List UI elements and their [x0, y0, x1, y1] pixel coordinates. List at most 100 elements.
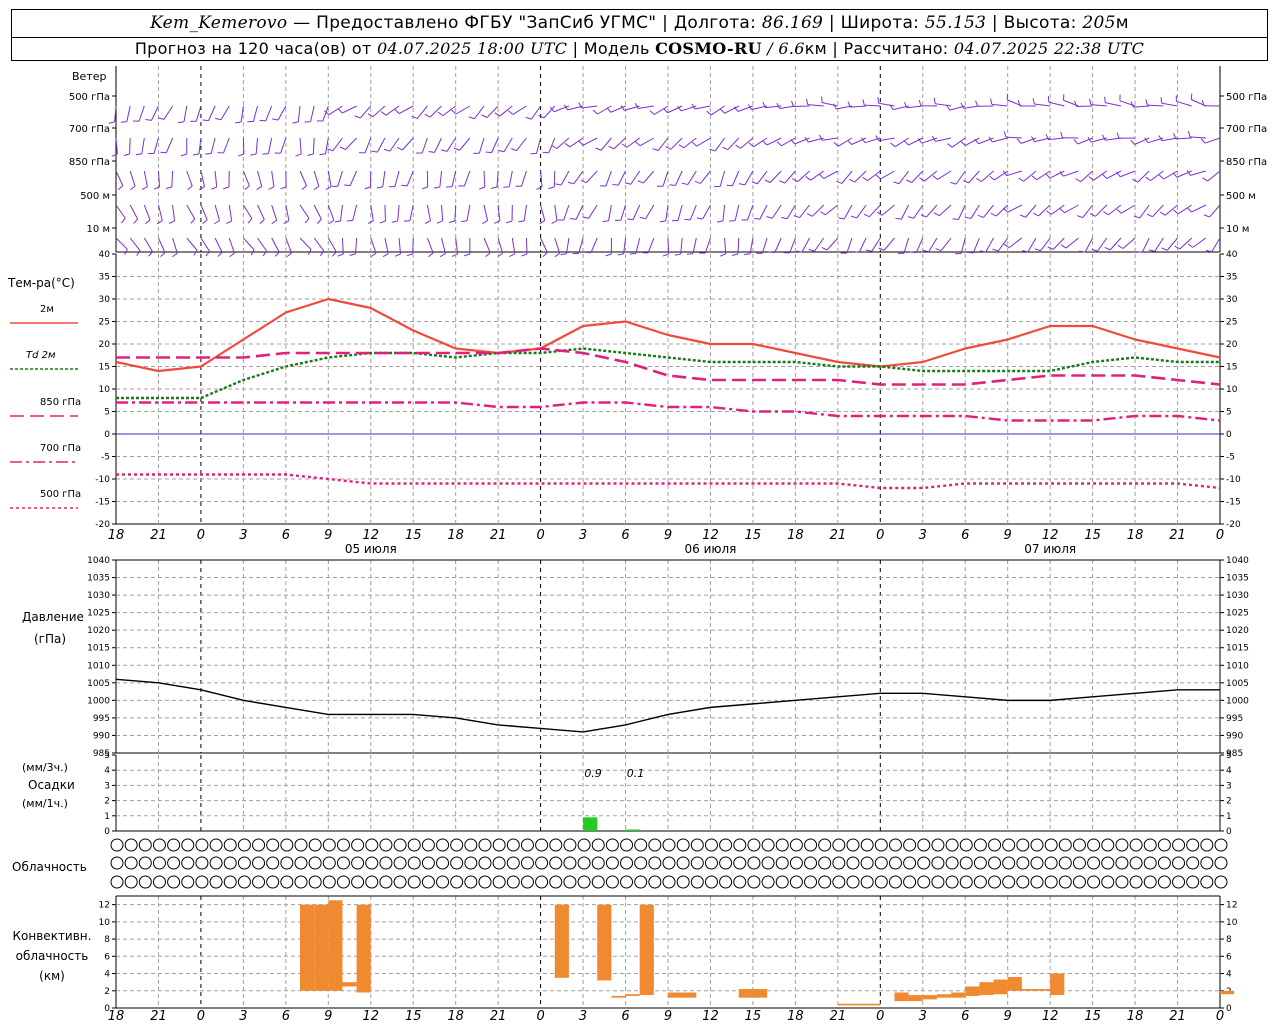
wind-barb: [479, 170, 486, 190]
cloud-symbol: [973, 856, 987, 870]
conv-bar: [951, 992, 966, 998]
cloud-symbol: [535, 875, 549, 889]
wind-barb-feather: [895, 217, 902, 220]
wind-barb-shaft: [342, 105, 357, 114]
wind-barb-shaft: [801, 237, 810, 253]
hour-label: 18: [787, 528, 804, 543]
wind-barb-feather: [1116, 132, 1120, 139]
wind-barb-feather: [977, 214, 984, 218]
conv-tick-label-right: 0: [1226, 1004, 1232, 1014]
wind-barb-shaft: [687, 170, 697, 185]
cloud-symbol: [407, 838, 421, 852]
temp-tick-label: 20: [99, 340, 111, 350]
wind-barb-shaft: [894, 137, 909, 148]
conv-bar: [993, 979, 1008, 995]
wind-barb-feather: [990, 212, 997, 217]
wind-barb-feather: [669, 184, 676, 186]
wind-barb: [768, 237, 782, 254]
cloud-symbol: [846, 875, 860, 889]
cloud-symbol: [181, 838, 195, 852]
wind-barb-shaft: [511, 237, 516, 254]
wind-level-label: 850 гПа: [69, 157, 110, 168]
wind-barb: [907, 204, 924, 219]
wind-barb-shaft: [1119, 170, 1136, 178]
wind-level-label-right: 500 м: [1226, 191, 1256, 202]
wind-barb-feather: [762, 140, 768, 146]
legend-label: Td 2м: [26, 350, 56, 361]
wind-barb-shaft: [466, 204, 471, 221]
wind-barb-shaft: [172, 237, 178, 254]
wind-barb-feather: [199, 186, 205, 191]
wind-barb-shaft: [1133, 105, 1150, 108]
wind-barb: [1200, 137, 1221, 144]
wind-barb: [637, 170, 655, 184]
wind-barb: [257, 204, 265, 224]
wind-barb-shaft: [150, 105, 159, 121]
hour-label-bottom: 0: [197, 1009, 205, 1024]
wind-barb-feather: [862, 99, 865, 106]
temp-tick-label: -5: [101, 453, 110, 463]
wind-barb: [396, 137, 414, 151]
wind-barb-feather: [976, 177, 982, 182]
wind-barb-feather: [567, 181, 574, 185]
cloud-symbol: [351, 856, 365, 870]
wind-barb-shaft: [1038, 204, 1051, 217]
cloud-symbol: [747, 875, 761, 889]
wind-barb-shaft: [508, 170, 513, 187]
wind-barb-feather: [776, 141, 782, 147]
cloud-symbol: [322, 856, 336, 870]
wind-barb: [448, 204, 457, 224]
wind-barb-feather: [975, 100, 979, 107]
wind-barb: [1060, 131, 1079, 139]
date-label: 06 июля: [685, 542, 737, 556]
wind-barb-shaft: [332, 137, 343, 152]
wind-barb: [964, 204, 980, 220]
pressure-tick-label-right: 1000: [1226, 696, 1249, 706]
wind-barb-shaft: [384, 204, 386, 222]
precip-tick-label-right: 2: [1226, 797, 1232, 807]
cloud-symbol: [931, 875, 945, 889]
wind-barb-feather: [627, 218, 634, 221]
hour-label-bottom: 12: [702, 1009, 719, 1024]
wind-barb-shaft: [972, 237, 980, 254]
hour-label: 15: [745, 528, 762, 543]
wind-barb: [421, 170, 429, 190]
wind-barb: [186, 237, 198, 256]
cloud-symbol: [549, 875, 563, 889]
cloud-symbol: [1157, 875, 1171, 889]
wind-barb: [217, 137, 230, 154]
cloud-symbol: [662, 838, 676, 852]
wind-barb-shaft: [299, 170, 307, 186]
wind-barb: [384, 137, 400, 152]
cloud-symbol: [1030, 875, 1044, 889]
wind-barb-feather: [781, 216, 788, 220]
cloud-symbol: [351, 875, 365, 889]
wind-barb-feather: [1059, 208, 1065, 214]
wind-barb: [1003, 131, 1022, 139]
cloud-symbol: [365, 838, 379, 852]
hour-label: 15: [1084, 528, 1101, 543]
wind-barb: [129, 204, 139, 224]
wind-barb-shaft: [115, 237, 128, 250]
cloud-symbol: [1072, 875, 1086, 889]
conv-tick-label: 2: [104, 987, 110, 997]
wind-barb-feather: [509, 253, 516, 257]
cloud-symbol: [1058, 856, 1072, 870]
wind-barb-shaft: [824, 204, 839, 216]
wind-barb: [709, 137, 726, 152]
wind-barb-shaft: [581, 105, 598, 109]
wind-barb-feather: [485, 252, 491, 258]
wind-barb-feather: [428, 151, 435, 153]
cloud-symbol: [1101, 856, 1115, 870]
cloud-symbol: [1072, 856, 1086, 870]
wind-barb: [382, 237, 389, 258]
wind-barb-feather: [592, 109, 598, 115]
precip-ylabel: Осадки: [28, 778, 75, 792]
wind-barb-shaft: [983, 204, 994, 218]
wind-barb-feather: [518, 220, 525, 223]
wind-barb-shaft: [172, 204, 176, 221]
wind-barb-shaft: [662, 170, 669, 187]
wind-barb: [1073, 137, 1093, 145]
conv-ylabel: (км): [39, 969, 65, 983]
wind-barb-shaft: [228, 204, 233, 221]
